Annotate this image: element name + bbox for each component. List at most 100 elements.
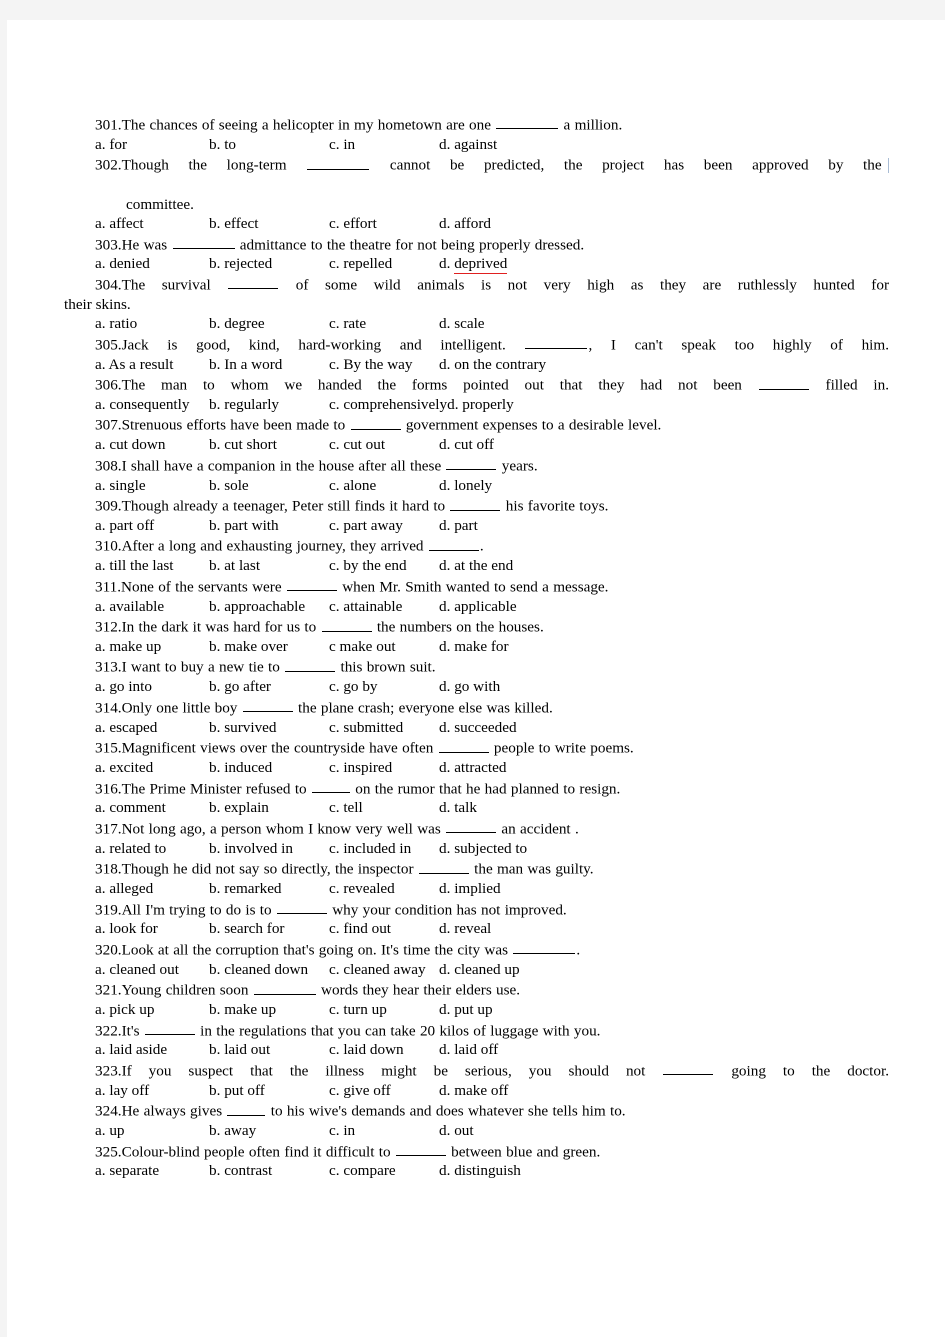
option-text-spellchecked[interactable]: deprived: [454, 255, 508, 275]
answer-blank[interactable]: [227, 1100, 266, 1116]
answer-blank[interactable]: [321, 616, 372, 632]
option-a[interactable]: a. for: [95, 135, 209, 154]
answer-blank[interactable]: [242, 697, 293, 713]
answer-blank[interactable]: [663, 1060, 714, 1076]
option-d[interactable]: d. cleaned up: [439, 960, 520, 979]
option-d[interactable]: d. lonely: [439, 476, 492, 495]
option-a[interactable]: a. cut down: [95, 435, 209, 454]
option-a[interactable]: a. available: [95, 597, 209, 616]
option-c[interactable]: c. effort: [329, 214, 439, 233]
option-c[interactable]: c. in: [329, 1121, 439, 1140]
answer-blank[interactable]: [395, 1141, 446, 1157]
option-c[interactable]: c. part away: [329, 516, 439, 535]
answer-blank[interactable]: [285, 656, 336, 672]
option-c[interactable]: c. submitted: [329, 718, 439, 737]
option-b[interactable]: b. cleaned down: [209, 960, 329, 979]
option-c[interactable]: c. comprehensively: [329, 395, 447, 414]
option-a[interactable]: a. consequently: [95, 395, 209, 414]
option-c[interactable]: c. turn up: [329, 1000, 439, 1019]
option-b[interactable]: b. involved in: [209, 839, 329, 858]
answer-blank[interactable]: [276, 899, 327, 914]
worksheet-body[interactable]: 301.The chances of seeing a helicopter i…: [64, 114, 889, 1181]
option-a[interactable]: a. alleged: [95, 879, 209, 898]
option-b[interactable]: b. explain: [209, 798, 329, 817]
option-a[interactable]: a. excited: [95, 758, 209, 777]
option-c[interactable]: c. revealed: [329, 879, 439, 898]
option-c[interactable]: c. cleaned away: [329, 960, 439, 979]
option-b[interactable]: b. In a word: [209, 355, 329, 374]
option-c[interactable]: c. rate: [329, 314, 439, 333]
answer-blank[interactable]: [428, 535, 479, 551]
answer-blank[interactable]: [758, 374, 809, 390]
option-a[interactable]: a. pick up: [95, 1000, 209, 1019]
answer-blank[interactable]: [253, 979, 316, 995]
option-d[interactable]: d. cut off: [439, 435, 494, 454]
option-a[interactable]: a. up: [95, 1121, 209, 1140]
option-a[interactable]: a. make up: [95, 637, 209, 656]
answer-blank[interactable]: [450, 495, 501, 511]
option-c[interactable]: c. alone: [329, 476, 439, 495]
option-d[interactable]: d. make for: [439, 637, 509, 656]
option-d[interactable]: d. succeeded: [439, 718, 517, 737]
option-b[interactable]: b. contrast: [209, 1161, 329, 1180]
option-d[interactable]: d. scale: [439, 314, 485, 333]
option-c[interactable]: c. tell: [329, 798, 439, 817]
option-d[interactable]: d. implied: [439, 879, 501, 898]
option-b[interactable]: b. away: [209, 1121, 329, 1140]
answer-blank[interactable]: [525, 334, 588, 350]
option-c[interactable]: c. cut out: [329, 435, 439, 454]
option-a[interactable]: a. look for: [95, 919, 209, 938]
option-b[interactable]: b. regularly: [209, 395, 329, 414]
answer-blank[interactable]: [418, 858, 469, 874]
option-d[interactable]: d. against: [439, 135, 497, 154]
option-c[interactable]: c. included in: [329, 839, 439, 858]
option-c[interactable]: c. compare: [329, 1161, 439, 1180]
option-a[interactable]: a. laid aside: [95, 1040, 209, 1059]
option-d[interactable]: d. properly: [447, 395, 514, 414]
answer-blank[interactable]: [172, 234, 235, 250]
option-c[interactable]: c. By the way: [329, 355, 439, 374]
option-b[interactable]: b. degree: [209, 314, 329, 333]
option-c[interactable]: c. by the end: [329, 556, 439, 575]
option-b[interactable]: b. laid out: [209, 1040, 329, 1059]
option-a[interactable]: a. ratio: [95, 314, 209, 333]
option-c[interactable]: c make out: [329, 637, 439, 656]
option-d[interactable]: d. talk: [439, 798, 477, 817]
option-d[interactable]: d. afford: [439, 214, 491, 233]
option-b[interactable]: b. survived: [209, 718, 329, 737]
option-d[interactable]: d. subjected to: [439, 839, 527, 858]
option-a[interactable]: a. separate: [95, 1161, 209, 1180]
option-c[interactable]: c. go by: [329, 677, 439, 696]
option-b[interactable]: b. part with: [209, 516, 329, 535]
option-a[interactable]: a. lay off: [95, 1081, 209, 1100]
option-d[interactable]: d. applicable: [439, 597, 517, 616]
option-a[interactable]: a. affect: [95, 214, 209, 233]
option-b[interactable]: b. search for: [209, 919, 329, 938]
answer-blank[interactable]: [350, 414, 401, 430]
option-a[interactable]: a. go into: [95, 677, 209, 696]
option-c[interactable]: c. give off: [329, 1081, 439, 1100]
option-d[interactable]: d. laid off: [439, 1040, 498, 1059]
option-d[interactable]: d. make off: [439, 1081, 508, 1100]
option-d[interactable]: d. deprived: [439, 254, 508, 275]
option-d[interactable]: d. distinguish: [439, 1161, 521, 1180]
option-d[interactable]: d. put up: [439, 1000, 493, 1019]
answer-blank[interactable]: [513, 939, 576, 955]
option-c[interactable]: c. inspired: [329, 758, 439, 777]
option-d[interactable]: d. at the end: [439, 556, 513, 575]
option-b[interactable]: b. effect: [209, 214, 329, 233]
answer-blank[interactable]: [286, 576, 337, 592]
option-b[interactable]: b. sole: [209, 476, 329, 495]
answer-blank[interactable]: [496, 114, 559, 130]
answer-blank[interactable]: [311, 778, 350, 793]
option-b[interactable]: b. cut short: [209, 435, 329, 454]
option-b[interactable]: b. make over: [209, 637, 329, 656]
option-c[interactable]: c. repelled: [329, 254, 439, 273]
option-b[interactable]: b. rejected: [209, 254, 329, 273]
option-b[interactable]: b. induced: [209, 758, 329, 777]
option-b[interactable]: b. at last: [209, 556, 329, 575]
option-b[interactable]: b. make up: [209, 1000, 329, 1019]
option-c[interactable]: c. find out: [329, 919, 439, 938]
option-a[interactable]: a. part off: [95, 516, 209, 535]
option-c[interactable]: c. in: [329, 135, 439, 154]
